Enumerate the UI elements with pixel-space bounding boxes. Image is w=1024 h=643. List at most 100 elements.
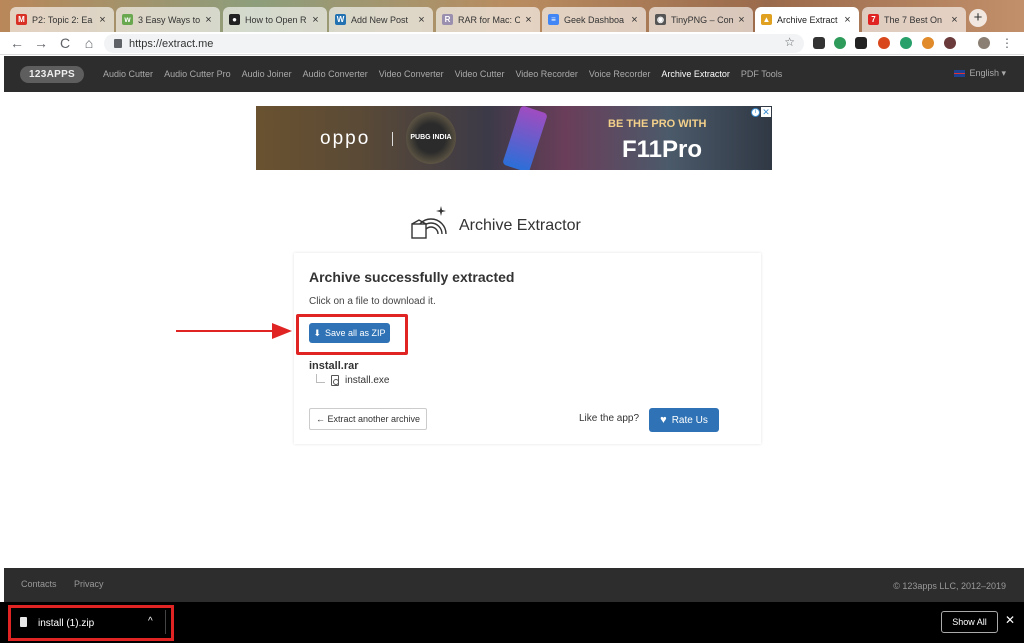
annotation-arrow-icon — [176, 323, 292, 339]
tab-title: 3 Easy Ways to — [138, 14, 200, 25]
home-icon[interactable]: ⌂ — [80, 34, 98, 52]
language-selector[interactable]: English ▾ — [954, 68, 1006, 79]
ad-product: F11Pro — [622, 136, 703, 163]
show-all-button[interactable]: Show All — [941, 611, 998, 633]
heart-icon: ♥ — [660, 414, 667, 426]
nav-link-voice-recorder[interactable]: Voice Recorder — [589, 69, 651, 79]
tab-2[interactable]: ● How to Open R × — [223, 7, 327, 32]
extension-icon[interactable] — [944, 37, 956, 49]
rar-icon: R — [442, 14, 453, 25]
browser-toolbar: ← → C ⌂ https://extract.me ☆ ⋮ — [0, 32, 1024, 55]
tab-close-icon[interactable]: × — [310, 14, 321, 26]
tree-connector — [316, 374, 325, 383]
tab-close-icon[interactable]: × — [949, 14, 960, 26]
divider — [165, 610, 166, 634]
reload-icon[interactable]: C — [56, 34, 74, 52]
123apps-logo[interactable]: 123APPS — [20, 65, 85, 83]
site-icon: 7 — [868, 14, 879, 25]
tab-title: Add New Post — [351, 14, 409, 25]
result-heading: Archive successfully extracted — [309, 269, 515, 285]
site-icon: ● — [229, 14, 240, 25]
copyright-text: © 123apps LLC, 2012–2019 — [893, 581, 1006, 591]
tab-close-icon[interactable]: × — [416, 14, 427, 26]
tab-5[interactable]: ≡ Geek Dashboa × — [542, 7, 646, 32]
gmail-icon: M — [16, 14, 27, 25]
rate-us-button[interactable]: ♥ Rate Us — [649, 408, 719, 432]
nav-link-audio-cutter[interactable]: Audio Cutter — [103, 69, 153, 79]
ad-phone-image — [502, 106, 548, 170]
tab-close-icon[interactable]: × — [629, 14, 640, 26]
nav-link-archive-extractor[interactable]: Archive Extractor — [661, 69, 730, 79]
url-text: https://extract.me — [129, 37, 214, 50]
tab-7[interactable]: ▲ Archive Extract × — [755, 7, 859, 32]
tab-close-icon[interactable]: × — [523, 14, 534, 26]
nav-link-audio-joiner[interactable]: Audio Joiner — [242, 69, 292, 79]
tab-close-icon[interactable]: × — [842, 14, 853, 26]
language-label: English ▾ — [969, 68, 1006, 78]
ad-brand: oppo — [320, 128, 371, 149]
extension-icon[interactable] — [900, 37, 912, 49]
tab-8[interactable]: 7 The 7 Best On × — [862, 7, 966, 32]
close-icon[interactable]: ✕ — [1005, 613, 1015, 627]
annotation-highlight-box — [296, 314, 408, 355]
zip-file-icon — [20, 617, 27, 627]
file-icon — [331, 375, 339, 386]
tab-3[interactable]: W Add New Post × — [329, 7, 433, 32]
tab-close-icon[interactable]: × — [97, 14, 108, 26]
tab-title: How to Open R — [245, 14, 307, 25]
grammarly-icon[interactable] — [834, 37, 846, 49]
tab-close-icon[interactable]: × — [203, 14, 214, 26]
wikihow-icon: w — [122, 14, 133, 25]
back-icon[interactable]: ← — [8, 34, 26, 52]
ad-info-icon[interactable]: i — [751, 108, 760, 117]
docs-icon: ≡ — [548, 14, 559, 25]
tab-0[interactable]: M P2: Topic 2: Ea × — [10, 7, 114, 32]
download-file-name: install (1).zip — [38, 618, 95, 629]
archive-name: install.rar — [309, 360, 359, 372]
tab-title: RAR for Mac: O — [458, 14, 520, 25]
tab-4[interactable]: R RAR for Mac: O × — [436, 7, 540, 32]
extension-icon[interactable] — [878, 37, 890, 49]
tab-title: TinyPNG – Com — [671, 14, 733, 25]
nav-link-video-recorder[interactable]: Video Recorder — [515, 69, 577, 79]
tab-title: The 7 Best On — [884, 14, 943, 25]
extension-icon[interactable] — [922, 37, 934, 49]
nav-link-video-cutter[interactable]: Video Cutter — [455, 69, 505, 79]
file-item[interactable]: install.exe — [345, 375, 389, 386]
nav-link-audio-cutter-pro[interactable]: Audio Cutter Pro — [164, 69, 231, 79]
contacts-link[interactable]: Contacts — [21, 579, 57, 589]
profile-avatar[interactable] — [978, 37, 990, 49]
extract-another-button[interactable]: ← Extract another archive — [309, 408, 427, 430]
new-tab-button[interactable]: + — [969, 9, 987, 27]
archive-extractor-icon: ▲ — [761, 14, 772, 25]
rate-us-label: Rate Us — [671, 414, 708, 426]
chevron-up-icon[interactable]: ^ — [148, 616, 153, 627]
ad-badge: PUBG INDIA — [406, 112, 456, 164]
address-bar[interactable]: https://extract.me ☆ — [104, 34, 804, 53]
tab-1[interactable]: w 3 Easy Ways to × — [116, 7, 220, 32]
ad-close-icon[interactable]: ✕ — [761, 107, 771, 117]
tab-title: Geek Dashboa — [564, 14, 625, 25]
panda-icon: ◉ — [655, 14, 666, 25]
site-footer: Contacts Privacy © 123apps LLC, 2012–201… — [4, 568, 1024, 602]
uk-flag-icon — [954, 70, 966, 77]
privacy-link[interactable]: Privacy — [74, 579, 104, 589]
nav-link-audio-converter[interactable]: Audio Converter — [303, 69, 368, 79]
nav-link-pdf-tools[interactable]: PDF Tools — [741, 69, 782, 79]
download-item[interactable]: install (1).zip ^ — [8, 605, 174, 641]
ad-divider — [392, 132, 393, 146]
wordpress-icon: W — [335, 14, 346, 25]
lock-icon — [114, 39, 122, 48]
tab-title: Archive Extract — [777, 14, 838, 25]
forward-icon[interactable]: → — [32, 34, 50, 52]
extension-icon[interactable] — [855, 37, 867, 49]
result-subtext: Click on a file to download it. — [309, 296, 436, 307]
tab-close-icon[interactable]: × — [736, 14, 747, 26]
extension-icon[interactable] — [813, 37, 825, 49]
nav-link-video-converter[interactable]: Video Converter — [379, 69, 444, 79]
tab-6[interactable]: ◉ TinyPNG – Com × — [649, 7, 753, 32]
menu-icon[interactable]: ⋮ — [998, 34, 1016, 52]
ad-banner[interactable]: oppo PUBG INDIA BE THE PRO WITH F11Pro i… — [256, 106, 772, 170]
ad-tagline: BE THE PRO WITH — [608, 118, 707, 130]
bookmark-star-icon[interactable]: ☆ — [784, 35, 795, 49]
